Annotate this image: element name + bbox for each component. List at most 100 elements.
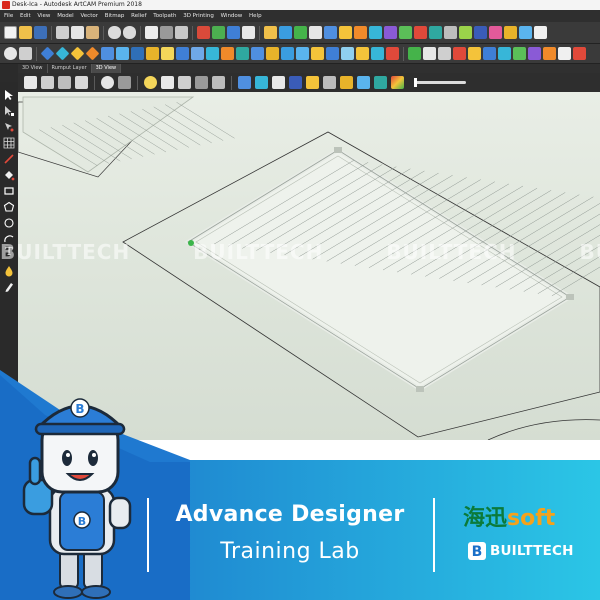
relief-sculpt-icon[interactable] (311, 47, 324, 60)
cube-top-icon[interactable] (41, 76, 54, 89)
menu-file[interactable]: File (4, 13, 13, 19)
transform-icon[interactable] (3, 118, 15, 132)
menu-vector[interactable]: Vector (80, 13, 98, 19)
relief-red-icon[interactable] (197, 26, 210, 39)
zoom-slider-knob[interactable] (414, 78, 417, 87)
shape-grey-icon[interactable] (444, 26, 457, 39)
shape-purple-icon[interactable] (384, 26, 397, 39)
crop-icon[interactable] (423, 47, 436, 60)
diamond-yellow-icon[interactable] (70, 46, 85, 61)
rectangle-icon[interactable] (3, 182, 15, 195)
relief-tile-icon[interactable] (341, 47, 354, 60)
view-white-icon[interactable] (272, 76, 285, 89)
line-icon[interactable] (3, 150, 15, 164)
zoom-view-icon[interactable] (101, 76, 114, 89)
material-icon[interactable] (212, 76, 225, 89)
relief-zero-icon[interactable] (161, 47, 174, 60)
shape-navy-icon[interactable] (474, 26, 487, 39)
toolpath-blue-icon[interactable] (483, 47, 496, 60)
tab-3d-view[interactable]: 3D View (18, 64, 48, 73)
menu-edit[interactable]: Edit (20, 13, 31, 19)
vector-edit-icon[interactable] (175, 26, 188, 39)
relief-add-icon[interactable] (116, 47, 129, 60)
relief-icon[interactable] (101, 47, 114, 60)
tab-3d-view-active[interactable]: 3D View (91, 64, 122, 73)
open-folder-icon[interactable] (19, 26, 32, 39)
shape-cyan-icon[interactable] (369, 26, 382, 39)
new-file-icon[interactable] (4, 26, 17, 39)
zoom-slider[interactable] (414, 78, 466, 87)
print-icon[interactable] (309, 26, 322, 39)
cube-side-icon[interactable] (75, 76, 88, 89)
relief-mirror-icon[interactable] (326, 47, 339, 60)
cube-front-icon[interactable] (24, 76, 37, 89)
cut-icon[interactable] (56, 26, 69, 39)
relief-rotate-icon[interactable] (356, 47, 369, 60)
arc-icon[interactable] (3, 230, 15, 243)
layers-icon[interactable] (145, 26, 158, 39)
relief-invert-icon[interactable] (206, 47, 219, 60)
relief-spin-icon[interactable] (371, 47, 384, 60)
delete-red-icon[interactable] (453, 47, 466, 60)
shape-gold-icon[interactable] (504, 26, 517, 39)
node-edit-icon[interactable] (3, 102, 15, 116)
folder-icon[interactable] (264, 26, 277, 39)
relief-wrap-icon[interactable] (296, 47, 309, 60)
toolpath-orange-icon[interactable] (543, 47, 556, 60)
relief-blue-icon[interactable] (227, 26, 240, 39)
shape-teal-icon[interactable] (429, 26, 442, 39)
diamond-orange-icon[interactable] (85, 46, 100, 61)
polygon-icon[interactable] (3, 198, 15, 212)
menu-model[interactable]: Model (57, 13, 74, 19)
paste-icon[interactable] (86, 26, 99, 39)
relief-merge-icon[interactable] (146, 47, 159, 60)
shade-icon[interactable] (178, 76, 191, 89)
copy-icon[interactable] (71, 26, 84, 39)
view-blue-icon[interactable] (238, 76, 251, 89)
select-arrow-icon[interactable] (3, 86, 15, 100)
redo-icon[interactable] (123, 26, 136, 39)
simulate-icon[interactable] (294, 26, 307, 39)
menu-bitmap[interactable]: Bitmap (105, 13, 125, 19)
shape-pink-icon[interactable] (489, 26, 502, 39)
shape-white-icon[interactable] (534, 26, 547, 39)
view-grey-icon[interactable] (323, 76, 336, 89)
shape-yellow-icon[interactable] (339, 26, 352, 39)
shape-lime-icon[interactable] (459, 26, 472, 39)
menu-window[interactable]: Window (221, 13, 243, 19)
diamond-cyan-icon[interactable] (55, 46, 70, 61)
relief-sub-icon[interactable] (131, 47, 144, 60)
view-multicolor-icon[interactable] (391, 76, 404, 89)
toolpath-icon[interactable] (279, 26, 292, 39)
menu-toolpath[interactable]: Toolpath (153, 13, 176, 19)
drop-icon[interactable] (3, 262, 15, 277)
view-teal-icon[interactable] (374, 76, 387, 89)
cube-iso-icon[interactable] (58, 76, 71, 89)
view-sky-icon[interactable] (357, 76, 370, 89)
toolpath-red-icon[interactable] (573, 47, 586, 60)
diamond-blue-icon[interactable] (40, 46, 55, 61)
relief-green-icon[interactable] (212, 26, 225, 39)
relief-extrude-icon[interactable] (386, 47, 399, 60)
select-icon[interactable] (19, 47, 32, 60)
grid-icon[interactable] (3, 134, 15, 149)
view-navy-icon[interactable] (289, 76, 302, 89)
view-yellow-icon[interactable] (306, 76, 319, 89)
undo-icon[interactable] (108, 26, 121, 39)
relief-smooth-icon[interactable] (176, 47, 189, 60)
add-green-icon[interactable] (408, 47, 421, 60)
render-icon[interactable] (161, 76, 174, 89)
relief-cut-icon[interactable] (251, 47, 264, 60)
menu-3d-printing[interactable]: 3D Printing (183, 13, 214, 19)
toolpath-cyan-icon[interactable] (498, 47, 511, 60)
shape-sky-icon[interactable] (519, 26, 532, 39)
view-gold-icon[interactable] (340, 76, 353, 89)
text-icon[interactable]: T (3, 246, 15, 258)
relief-blend-icon[interactable] (236, 47, 249, 60)
toolpath-yellow-icon[interactable] (468, 47, 481, 60)
toolpath-purple-icon[interactable] (528, 47, 541, 60)
shape-orange-icon[interactable] (354, 26, 367, 39)
shape-green-icon[interactable] (399, 26, 412, 39)
box-view-icon[interactable] (118, 76, 131, 89)
view-cyan-icon[interactable] (255, 76, 268, 89)
